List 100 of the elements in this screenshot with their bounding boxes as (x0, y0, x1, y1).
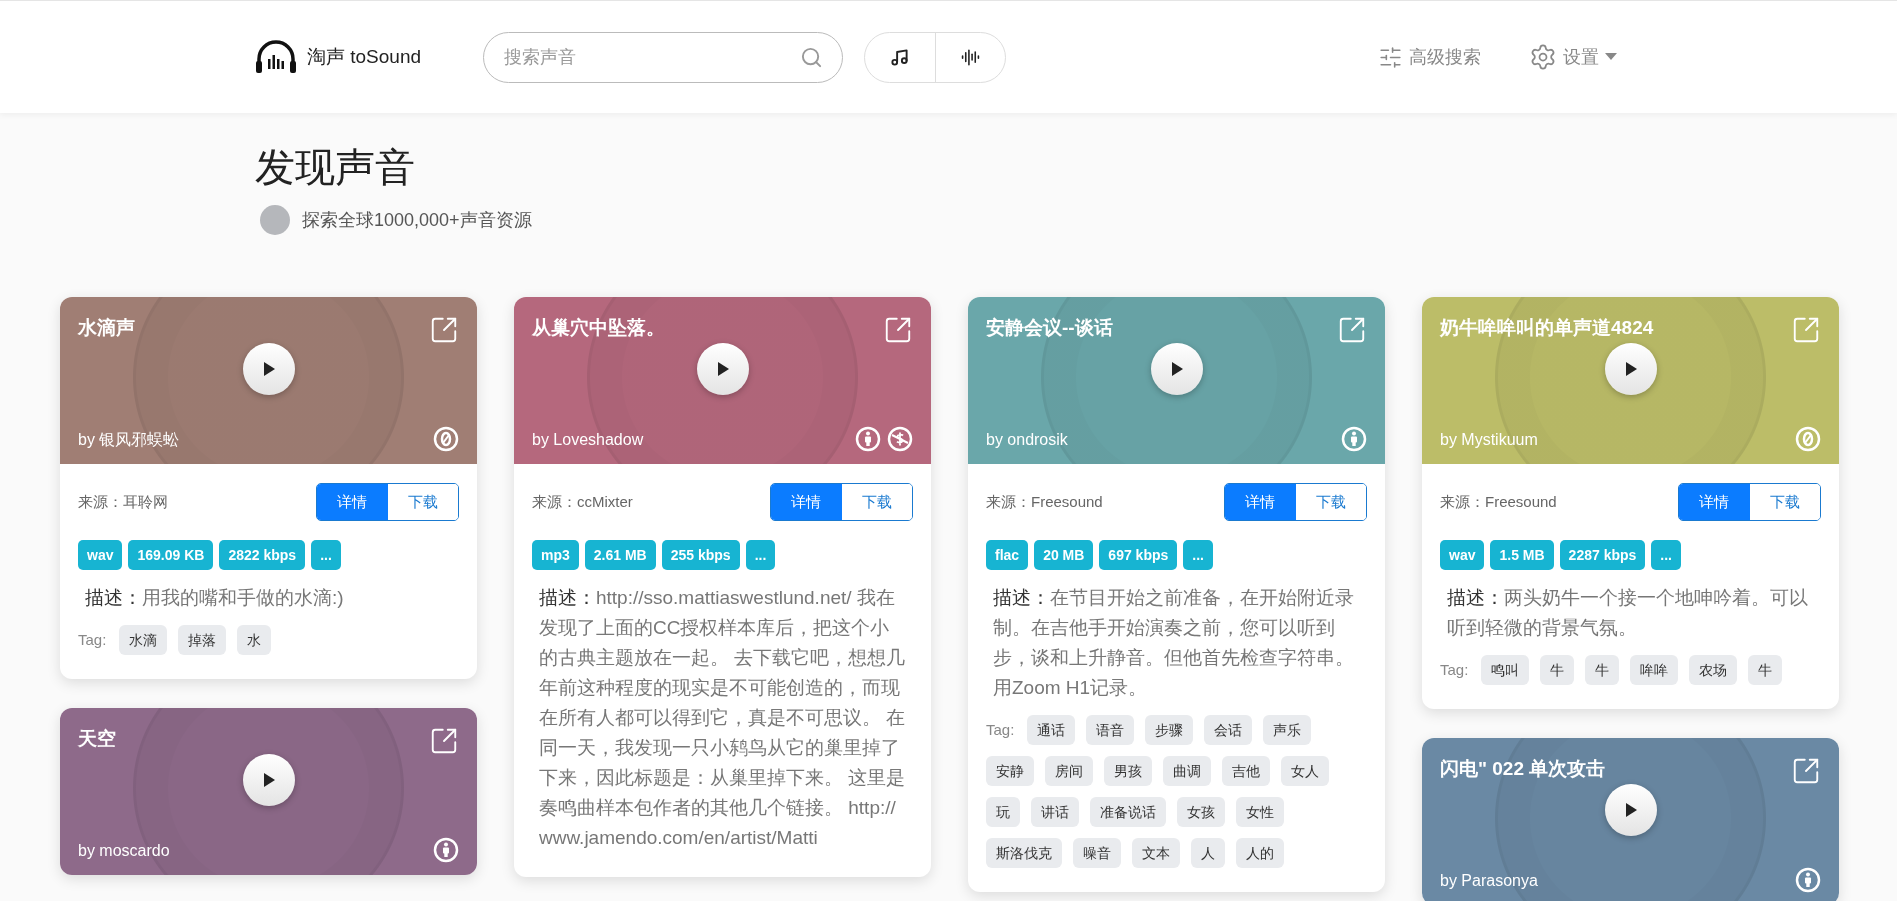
external-link-icon[interactable] (1791, 756, 1821, 786)
play-button[interactable] (242, 754, 295, 806)
advanced-search-button[interactable]: 高级搜索 (1378, 43, 1481, 71)
sound-title[interactable]: 水滴声 (78, 315, 135, 341)
tag-chip[interactable]: 房间 (1045, 756, 1093, 786)
tag-chip[interactable]: 会话 (1204, 715, 1253, 745)
logo-text[interactable]: 淘声 toSound (307, 42, 422, 72)
format-badge: ... (1651, 540, 1681, 570)
search-field[interactable]: 搜索声音 (483, 31, 844, 83)
source-label: 来源：ccMixter (532, 491, 633, 512)
play-button[interactable] (696, 343, 749, 395)
play-button[interactable] (1604, 343, 1657, 395)
waveform-icon (960, 47, 980, 67)
format-badge: 255 kbps (661, 540, 740, 570)
music-note-icon (890, 47, 910, 67)
play-button[interactable] (1604, 784, 1657, 836)
zero-license-icon (1795, 426, 1821, 452)
format-badge: mp3 (532, 540, 579, 570)
no-dollar-license-icon (887, 426, 913, 452)
format-badge: flac (986, 540, 1029, 570)
settings-icon (1529, 43, 1557, 71)
play-button[interactable] (1150, 343, 1203, 395)
tag-chip[interactable]: 讲话 (1031, 797, 1079, 827)
tag-chip[interactable]: 通话 (1027, 715, 1076, 745)
sound-title[interactable]: 闪电" 022 单次攻击 (1440, 756, 1606, 782)
format-badge: ... (745, 540, 776, 570)
tag-chip[interactable]: 文本 (1132, 838, 1180, 868)
format-badge: 697 kbps (1099, 540, 1178, 570)
tag-chip[interactable]: 女孩 (1177, 797, 1225, 827)
tag-chip[interactable]: 掉落 (178, 625, 227, 655)
zero-license-icon (433, 426, 459, 452)
description-text: 描述：http://sso.mattiaswestlund.net/ 我在发现了上面的CC授权样本库后，把这个小的古典主题放在一起。 去下载它吧，想想几年前这种程度的现实是不可能创造的，而现在所有人都可以得到它，真是不可思议。 在同一天，我发现一只小鸫鸟从它的巢里掉了下来，因此标题是：从巢里掉下来。 这里是奏鸣曲样本包作者的其他几个链接。 http://www.jamendo.com/en/artist/Matti (538, 586, 907, 850)
details-button[interactable]: 详情 (1225, 484, 1296, 520)
description-text: 描述：在节目开始之前准备，在开始附近录制。在吉他手开始演奏之前，您可以听到步，谈和上升静音。但他首先检查字符串。用Zoom H1记录。 (992, 586, 1355, 700)
source-label: 来源：Freesound (986, 491, 1103, 512)
search-icon[interactable] (800, 45, 824, 69)
details-button[interactable]: 详情 (317, 484, 388, 520)
tag-chip[interactable]: 曲调 (1163, 756, 1211, 786)
tag-chip[interactable]: 斯洛伐克 (986, 838, 1062, 868)
play-button[interactable] (242, 343, 295, 395)
tag-label: Tag: (1440, 659, 1469, 680)
settings-button[interactable]: 设置 (1529, 43, 1617, 71)
play-icon (1623, 802, 1638, 818)
source-label: 来源：耳聆网 (78, 491, 168, 512)
headphones-logo-icon[interactable] (255, 39, 297, 75)
author-name[interactable]: by moscardo (78, 839, 170, 863)
description-text: 描述：用我的嘴和手做的水滴:) (84, 586, 345, 610)
tag-chip[interactable]: 哞哞 (1630, 655, 1679, 685)
play-icon (261, 772, 276, 788)
sound-title[interactable]: 从巢穴中坠落。 (532, 315, 665, 341)
format-badge: wav (1440, 540, 1485, 570)
details-button[interactable]: 详情 (1679, 484, 1750, 520)
description-text: 描述：两头奶牛一个接一个地呻吟着。可以听到轻微的背景气氛。 (1446, 586, 1809, 640)
author-name[interactable]: by 银风邪蜈蚣 (78, 428, 180, 452)
author-name[interactable]: by Loveshadow (532, 428, 644, 452)
caret-icon (1605, 53, 1617, 61)
tag-chip[interactable]: 女性 (1236, 797, 1284, 827)
author-name[interactable]: by Parasonya (1440, 869, 1538, 893)
tag-chip[interactable]: 步骤 (1145, 715, 1194, 745)
details-button[interactable]: 详情 (771, 484, 842, 520)
source-label: 来源：Freesound (1440, 491, 1557, 512)
sliders-icon (1378, 44, 1403, 70)
tag-chip[interactable]: 鸣叫 (1481, 655, 1530, 685)
tag-chip[interactable]: 水 (237, 625, 272, 655)
format-badge: ... (311, 540, 341, 570)
tag-chip[interactable]: 安静 (986, 756, 1034, 786)
tag-chip[interactable]: 牛 (1585, 655, 1620, 685)
external-link-icon[interactable] (1337, 315, 1367, 345)
person-license-icon (1795, 867, 1821, 893)
tag-chip[interactable]: 女人 (1281, 756, 1329, 786)
format-badge: 169.09 KB (128, 540, 214, 570)
external-link-icon[interactable] (429, 315, 459, 345)
tag-chip[interactable]: 男孩 (1104, 756, 1152, 786)
format-badge: ... (1183, 540, 1213, 570)
tag-chip[interactable]: 水滴 (119, 625, 168, 655)
tag-chip[interactable]: 语音 (1086, 715, 1135, 745)
tag-chip[interactable]: 农场 (1689, 655, 1738, 685)
play-icon (261, 361, 276, 377)
tag-chip[interactable]: 声乐 (1263, 715, 1312, 745)
sound-title[interactable]: 天空 (78, 726, 116, 752)
tag-chip[interactable]: 噪音 (1073, 838, 1121, 868)
page-subtitle: 探索全球1000,000+声音资源 (302, 208, 532, 232)
person-license-icon (1341, 426, 1367, 452)
external-link-icon[interactable] (883, 315, 913, 345)
tag-chip[interactable]: 人 (1191, 838, 1225, 868)
format-badge: 20 MB (1034, 540, 1094, 570)
tag-chip[interactable]: 牛 (1540, 655, 1575, 685)
play-icon (1169, 361, 1184, 377)
tag-chip[interactable]: 人的 (1236, 838, 1284, 868)
tag-chip[interactable]: 吉他 (1222, 756, 1270, 786)
play-icon (715, 361, 730, 377)
tag-chip[interactable]: 玩 (986, 797, 1020, 827)
tag-label: Tag: (78, 629, 107, 650)
format-badge: 2822 kbps (219, 540, 306, 570)
tag-chip[interactable]: 牛 (1748, 655, 1783, 685)
format-badge: 1.5 MB (1490, 540, 1554, 570)
format-badge: 2.61 MB (584, 540, 656, 570)
external-link-icon[interactable] (429, 726, 459, 756)
play-icon (1623, 361, 1638, 377)
tag-chip[interactable]: 准备说话 (1090, 797, 1166, 827)
